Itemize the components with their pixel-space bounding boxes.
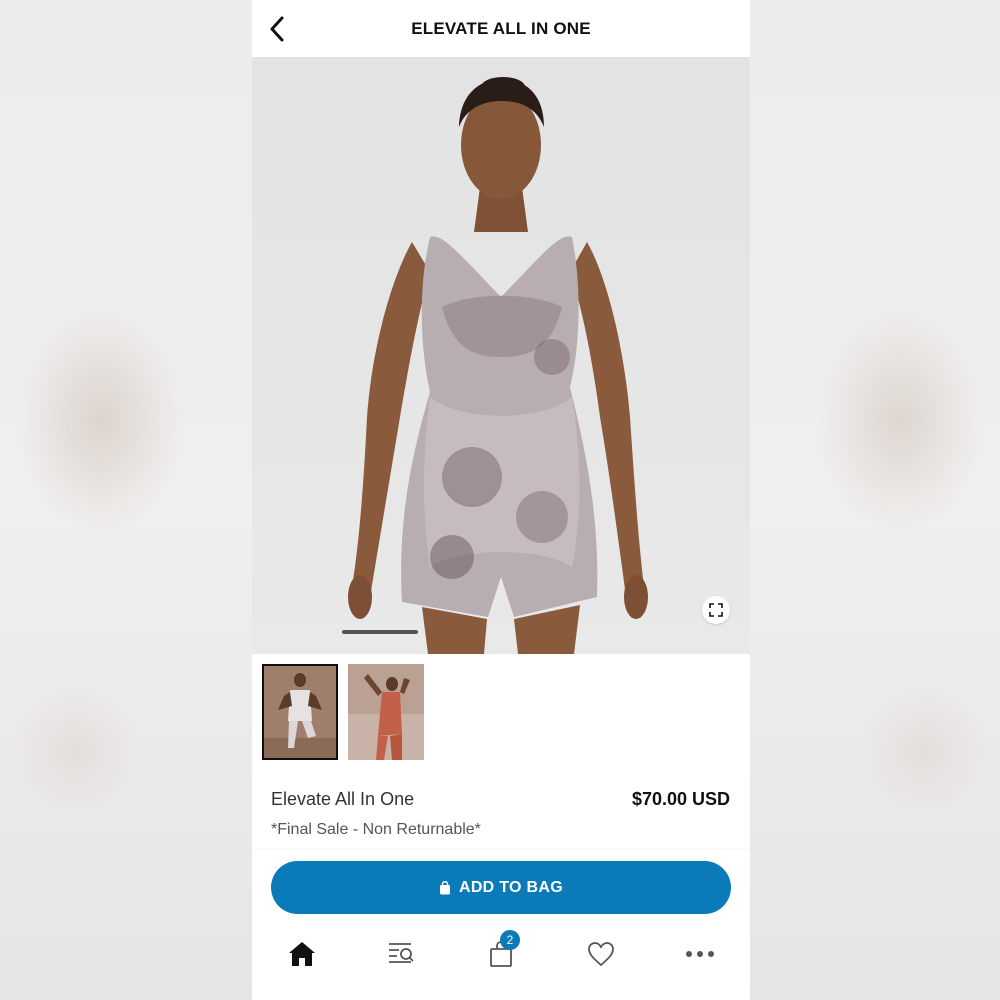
add-to-bag-button[interactable]: ADD TO BAG [271, 861, 731, 914]
bag-count-badge: 2 [499, 930, 520, 950]
product-model-image [348, 77, 648, 654]
thumbnail-coral[interactable] [348, 664, 424, 760]
nav-wishlist[interactable] [576, 934, 626, 974]
expand-button[interactable] [702, 596, 730, 624]
product-hero-image[interactable] [252, 57, 750, 654]
top-bar: ELEVATE ALL IN ONE [252, 0, 750, 57]
back-button[interactable] [262, 12, 292, 46]
add-to-bag-label: ADD TO BAG [458, 878, 564, 896]
home-icon [288, 942, 315, 966]
background-blur-right [750, 0, 1000, 1000]
product-name: Elevate All In One [271, 789, 415, 809]
heart-icon [587, 942, 614, 967]
carousel-indicator [342, 630, 418, 634]
search-list-icon [389, 943, 415, 963]
more-icon [686, 951, 715, 957]
nav-home[interactable] [277, 934, 327, 974]
thumbnail-strip [262, 664, 424, 760]
nav-bag[interactable]: 2 [476, 930, 526, 974]
expand-icon [709, 603, 723, 617]
bottom-navigation: 2 [252, 930, 750, 976]
final-sale-note: *Final Sale - Non Returnable* [271, 821, 481, 838]
thumbnail-coral-image [348, 664, 424, 760]
thumbnail-print[interactable] [262, 664, 338, 760]
product-price: $70.00 USD [631, 789, 730, 809]
page-title: ELEVATE ALL IN ONE [411, 18, 591, 38]
background-blur-left [0, 0, 252, 1000]
nav-search[interactable] [376, 934, 426, 974]
app-screen: ELEVATE ALL IN ONE Elevate All In One $7… [252, 0, 750, 1000]
thumbnail-print-image [264, 666, 336, 758]
chevron-left-icon [270, 16, 284, 42]
nav-more[interactable] [675, 934, 725, 974]
shopping-bag-icon [439, 880, 450, 894]
bottom-panel: ADD TO BAG 2 [252, 850, 750, 1000]
